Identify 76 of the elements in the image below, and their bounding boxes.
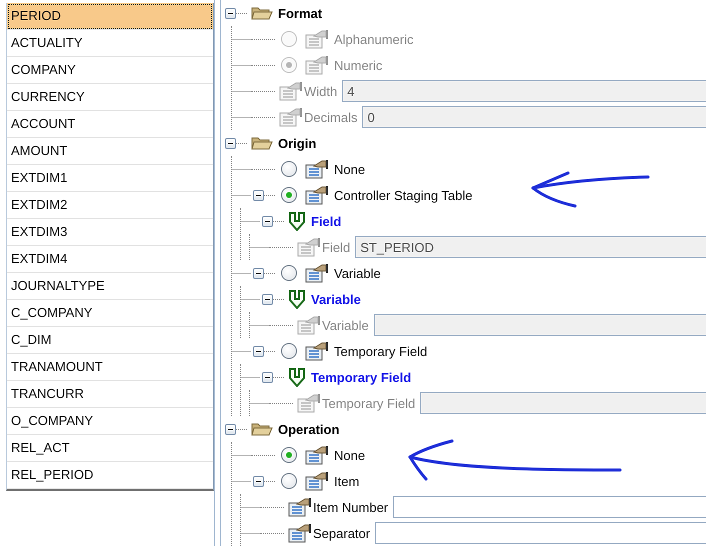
down-arrow-icon bbox=[288, 289, 306, 309]
folder-icon bbox=[251, 421, 273, 437]
list-item[interactable]: EXTDIM3 bbox=[7, 219, 213, 246]
field-label: Variable bbox=[322, 318, 369, 332]
collapse-toggle[interactable] bbox=[253, 476, 264, 486]
form-icon bbox=[279, 81, 303, 101]
radio-button[interactable] bbox=[281, 343, 297, 359]
form-icon bbox=[297, 315, 321, 335]
list-item[interactable]: TRANCURR bbox=[7, 381, 213, 408]
radio-button[interactable] bbox=[281, 473, 297, 489]
form-icon bbox=[288, 523, 312, 543]
list-item[interactable]: JOURNALTYPE bbox=[7, 273, 213, 300]
form-icon bbox=[305, 263, 329, 283]
option-label[interactable]: Controller Staging Table bbox=[334, 188, 473, 202]
form-icon bbox=[305, 445, 329, 465]
list-item[interactable]: REL_PERIOD bbox=[7, 462, 213, 489]
list-item[interactable]: TRANAMOUNT bbox=[7, 354, 213, 381]
option-label[interactable]: None bbox=[334, 162, 366, 176]
list-item[interactable]: REL_ACT bbox=[7, 435, 213, 462]
option-label[interactable]: Item bbox=[334, 474, 360, 488]
group-label: Format bbox=[278, 6, 322, 20]
form-icon bbox=[305, 55, 329, 75]
input-field[interactable] bbox=[393, 496, 706, 518]
list-item[interactable]: ACCOUNT bbox=[7, 111, 213, 138]
list-item[interactable]: COMPANY bbox=[7, 57, 213, 84]
collapse-toggle[interactable] bbox=[253, 190, 264, 200]
collapse-toggle[interactable] bbox=[225, 8, 236, 18]
radio-button[interactable] bbox=[281, 161, 297, 177]
list-item[interactable]: AMOUNT bbox=[7, 138, 213, 165]
down-arrow-icon bbox=[288, 211, 306, 231]
field-label: Separator bbox=[313, 526, 370, 540]
field-label: Temporary Field bbox=[322, 396, 416, 410]
form-icon bbox=[297, 393, 321, 413]
list-item[interactable]: EXTDIM1 bbox=[7, 165, 213, 192]
field-label: Item Number bbox=[313, 500, 388, 514]
option-label[interactable]: Variable bbox=[334, 266, 381, 280]
form-icon bbox=[305, 341, 329, 361]
input-field[interactable] bbox=[375, 522, 706, 544]
branch-label: Variable bbox=[311, 292, 361, 306]
field-label: Width bbox=[304, 84, 338, 98]
down-arrow-icon bbox=[288, 367, 306, 387]
group-label: Origin bbox=[278, 136, 316, 150]
list-item[interactable]: ACTUALITY bbox=[7, 30, 213, 57]
radio-button[interactable] bbox=[281, 265, 297, 281]
folder-icon bbox=[251, 5, 273, 21]
form-icon bbox=[288, 497, 312, 517]
collapse-toggle[interactable] bbox=[253, 268, 264, 278]
form-icon bbox=[305, 471, 329, 491]
list-item[interactable]: C_DIM bbox=[7, 327, 213, 354]
list-item[interactable]: EXTDIM4 bbox=[7, 246, 213, 273]
collapse-toggle[interactable] bbox=[225, 424, 236, 434]
collapse-toggle[interactable] bbox=[262, 372, 273, 382]
list-item[interactable]: O_COMPANY bbox=[7, 408, 213, 435]
collapse-toggle[interactable] bbox=[262, 216, 273, 226]
branch-label: Temporary Field bbox=[311, 370, 412, 384]
form-icon bbox=[305, 159, 329, 179]
list-item[interactable]: EXTDIM2 bbox=[7, 192, 213, 219]
option-label[interactable]: None bbox=[334, 448, 366, 462]
field-label: Decimals bbox=[304, 110, 358, 124]
form-icon bbox=[305, 29, 329, 49]
form-icon bbox=[305, 185, 329, 205]
collapse-toggle[interactable] bbox=[225, 138, 236, 148]
list-item[interactable]: CURRENCY bbox=[7, 84, 213, 111]
collapse-toggle[interactable] bbox=[262, 294, 273, 304]
radio-button[interactable] bbox=[281, 447, 297, 463]
folder-icon bbox=[251, 135, 273, 151]
form-icon bbox=[297, 237, 321, 257]
option-label[interactable]: Temporary Field bbox=[334, 344, 428, 358]
list-item[interactable]: C_COMPANY bbox=[7, 300, 213, 327]
group-label: Operation bbox=[278, 422, 340, 436]
collapse-toggle[interactable] bbox=[253, 346, 264, 356]
radio-button[interactable] bbox=[281, 187, 297, 203]
list-item[interactable]: PERIOD bbox=[7, 3, 213, 30]
branch-label: Field bbox=[311, 214, 342, 228]
field-label: Field bbox=[322, 240, 350, 254]
form-icon bbox=[279, 107, 303, 127]
